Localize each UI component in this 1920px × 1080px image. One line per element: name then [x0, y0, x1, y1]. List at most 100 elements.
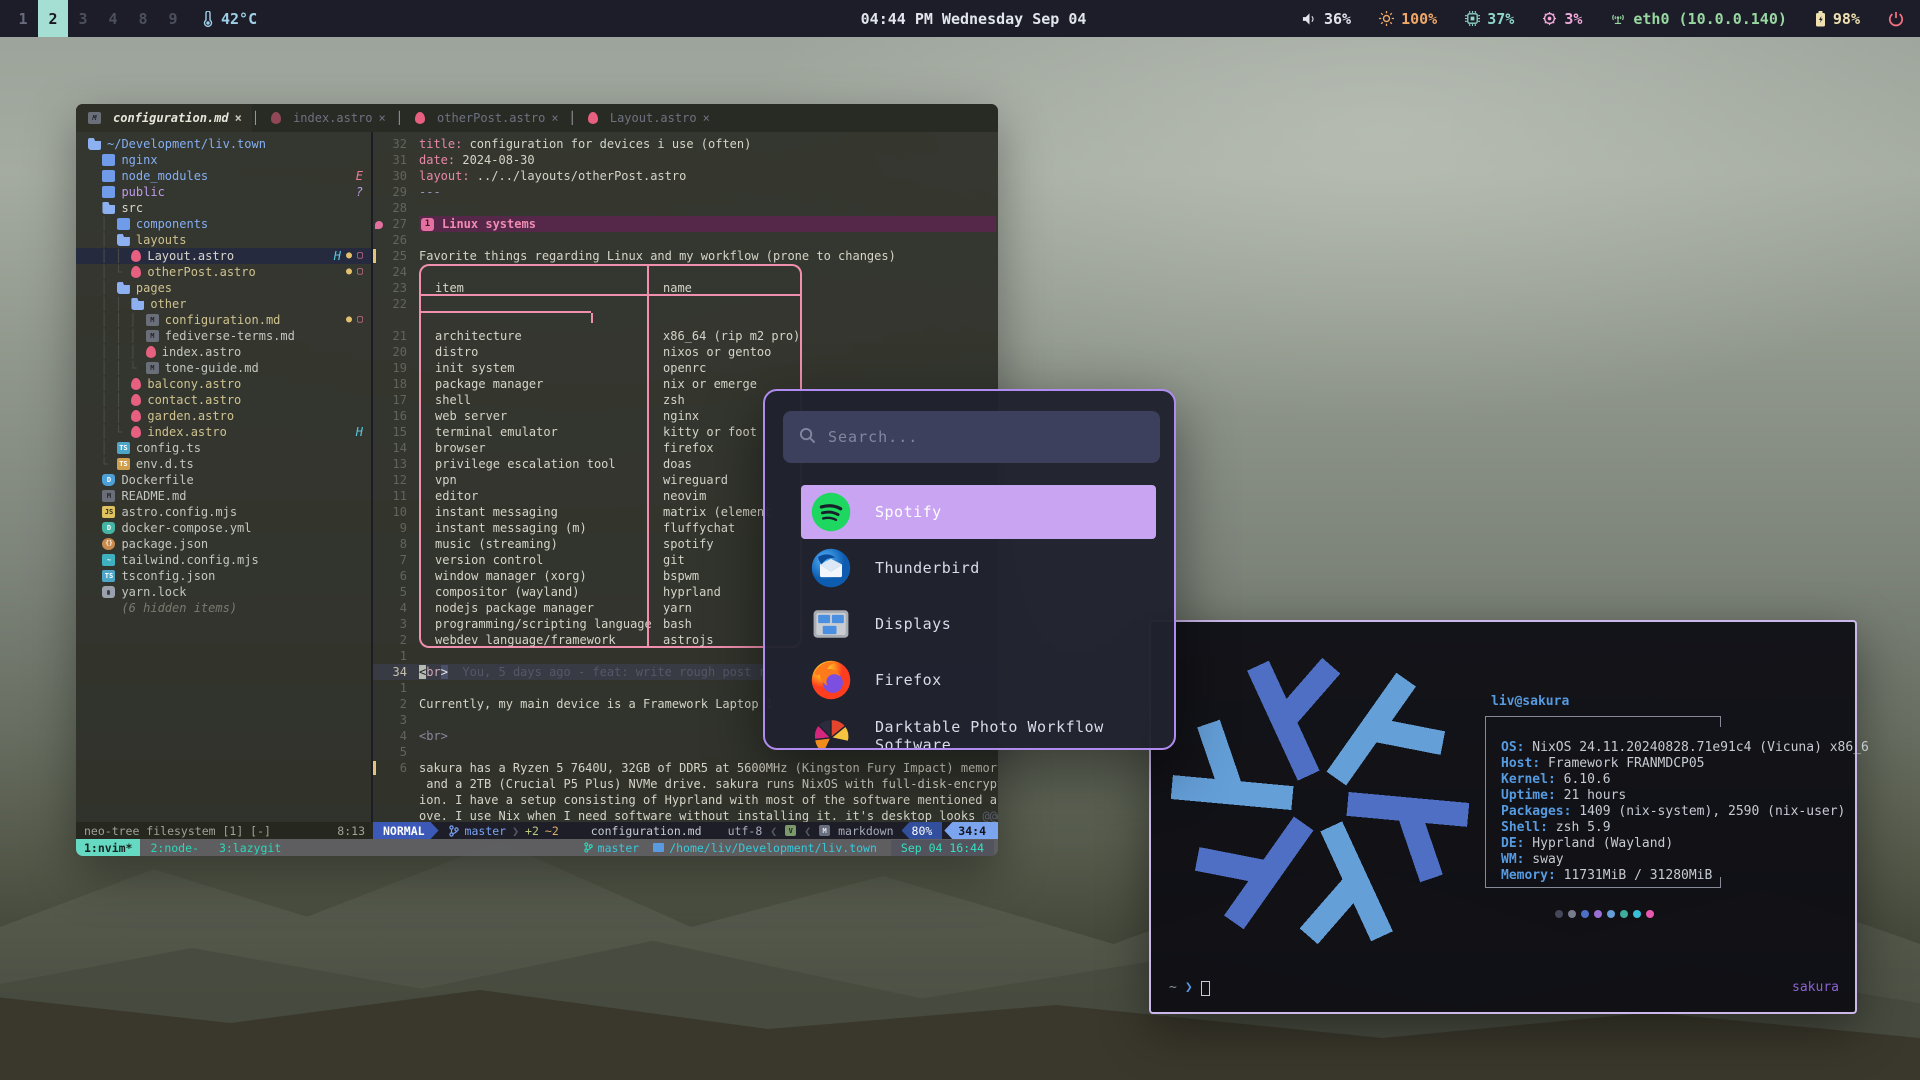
workspace-4[interactable]: 4 — [98, 0, 128, 37]
power-icon — [1888, 11, 1904, 27]
search-input[interactable] — [828, 428, 1144, 446]
spotify-icon — [809, 490, 853, 534]
table-row: compositor (wayland)hyprland — [419, 584, 802, 600]
astro-icon — [131, 394, 141, 406]
tree-item[interactable]: │ layouts — [76, 232, 371, 248]
gpu-value: 3% — [1564, 10, 1582, 28]
line-numbers: 1 2 3 4 5 6 — [373, 680, 419, 822]
close-icon[interactable]: × — [379, 110, 386, 126]
network-module[interactable]: eth0 (10.0.0.140) — [1610, 10, 1787, 28]
launcher-item-thunderbird[interactable]: Thunderbird — [801, 541, 1156, 595]
tree-item-label: config.ts — [136, 440, 201, 456]
javascript-icon — [102, 506, 115, 518]
folder-icon — [102, 154, 115, 166]
tree-item[interactable]: astro.config.mjs — [76, 504, 371, 520]
power-button[interactable] — [1888, 11, 1904, 27]
search-box[interactable] — [783, 411, 1160, 463]
tmux-window-2[interactable]: 2:node- — [140, 840, 208, 856]
tree-item[interactable]: │ pages — [76, 280, 371, 296]
close-icon[interactable]: × — [235, 110, 242, 126]
markdown-icon: M — [819, 825, 830, 836]
folder-icon — [102, 186, 115, 198]
tree-item-label: node_modules — [121, 168, 208, 184]
workspace-3[interactable]: 3 — [68, 0, 98, 37]
tree-item[interactable]: nginx — [76, 152, 371, 168]
indent-guide — [86, 520, 100, 536]
brightness-value: 100% — [1401, 10, 1437, 28]
tree-item[interactable]: src — [76, 200, 371, 216]
launcher-item-displays[interactable]: Displays — [801, 597, 1156, 651]
tree-item[interactable]: node_modulesE — [76, 168, 371, 184]
tree-item[interactable]: │ │ │ fediverse-terms.md — [76, 328, 371, 344]
tree-item-selected[interactable]: │ │ Layout.astroH●▢ — [76, 248, 371, 264]
launcher-item-firefox[interactable]: Firefox — [801, 653, 1156, 707]
tree-item[interactable]: │ config.ts — [76, 440, 371, 456]
launcher-item-spotify[interactable]: Spotify — [801, 485, 1156, 539]
tree-item[interactable]: tailwind.config.mjs — [76, 552, 371, 568]
workspace-8[interactable]: 8 — [128, 0, 158, 37]
tmux-git-branch: master — [584, 840, 640, 856]
tree-item[interactable]: │ components — [76, 216, 371, 232]
workspace-2-active[interactable]: 2 — [38, 0, 68, 37]
launcher-item-label: Spotify — [875, 503, 942, 521]
indent-guide: │ — [86, 280, 115, 296]
tree-item[interactable]: │ │ garden.astro — [76, 408, 371, 424]
astro-icon — [131, 426, 141, 438]
brightness-module[interactable]: 100% — [1379, 10, 1437, 28]
launcher-item-label: Firefox — [875, 671, 942, 689]
indent-guide — [86, 552, 100, 568]
tree-item[interactable]: package.json — [76, 536, 371, 552]
indent-guide: │ │ — [86, 408, 129, 424]
tree-item[interactable]: docker-compose.yml — [76, 520, 371, 536]
tab-configuration-md[interactable]: configuration.md × — [76, 104, 252, 132]
workspace-9[interactable]: 9 — [158, 0, 188, 37]
lock-icon — [102, 586, 115, 598]
tree-item[interactable]: │ └ index.astroH — [76, 424, 371, 440]
shell-prompt[interactable]: ~ ❯ — [1169, 980, 1210, 996]
table-row: architecturex86_64 (rip m2 pro) — [419, 328, 802, 344]
tab-layout-astro[interactable]: Layout.astro × — [576, 104, 720, 132]
cpu-value: 37% — [1487, 10, 1514, 28]
folder-icon — [102, 170, 115, 182]
indent-guide — [86, 488, 100, 504]
tree-root[interactable]: ~/Development/liv.town — [76, 136, 371, 152]
tree-item[interactable]: │ │ │ index.astro — [76, 344, 371, 360]
tree-item[interactable]: tsconfig.json — [76, 568, 371, 584]
astro-icon — [131, 410, 141, 422]
git-modified-icon: ▢ — [357, 248, 363, 264]
tab-index-astro[interactable]: index.astro × — [259, 104, 396, 132]
branch-icon — [584, 842, 593, 853]
workspace-1[interactable]: 1 — [8, 0, 38, 37]
typescript-icon — [117, 458, 130, 470]
tree-item[interactable]: │ └ otherPost.astro●▢ — [76, 264, 371, 280]
tree-item[interactable]: │ │ other — [76, 296, 371, 312]
tree-item[interactable]: │ │ │ configuration.md●▢ — [76, 312, 371, 328]
close-icon[interactable]: × — [551, 110, 558, 126]
tree-item[interactable]: └ env.d.ts — [76, 456, 371, 472]
tab-otherpost-astro[interactable]: otherPost.astro × — [403, 104, 569, 132]
tree-item[interactable]: │ │ balcony.astro — [76, 376, 371, 392]
tree-item[interactable]: yarn.lock — [76, 584, 371, 600]
tree-item-label: tailwind.config.mjs — [121, 552, 258, 568]
markdown-icon — [146, 330, 159, 342]
tmux-datetime: Sep 04 16:44 — [891, 840, 994, 856]
tree-item[interactable]: │ │ └ tone-guide.md — [76, 360, 371, 376]
tmux-window-3[interactable]: 3:lazygit — [209, 840, 291, 856]
status-modules: 36% 100% 37% 3% eth0 (10.0.0.140) 98% — [1288, 10, 1920, 28]
tree-item[interactable]: README.md — [76, 488, 371, 504]
launcher-item-darktable[interactable]: Darktable Photo Workflow Software — [801, 709, 1156, 750]
nixos-logo — [1165, 646, 1475, 961]
tmux-window-active[interactable]: 1:nvim* — [76, 839, 140, 856]
git-badge: ? — [356, 184, 363, 200]
table-row: version controlgit — [419, 552, 802, 568]
close-icon[interactable]: × — [703, 110, 710, 126]
tree-item[interactable]: public? — [76, 184, 371, 200]
volume-module[interactable]: 36% — [1302, 10, 1351, 28]
markdown-icon — [146, 314, 159, 326]
tree-item-label: contact.astro — [147, 392, 241, 408]
tree-item[interactable]: Dockerfile — [76, 472, 371, 488]
tree-item[interactable]: │ │ contact.astro — [76, 392, 371, 408]
table-row: instant messagingmatrix (element — [419, 504, 802, 520]
table-row: nodejs package manageryarn — [419, 600, 802, 616]
blank-line — [419, 200, 998, 216]
